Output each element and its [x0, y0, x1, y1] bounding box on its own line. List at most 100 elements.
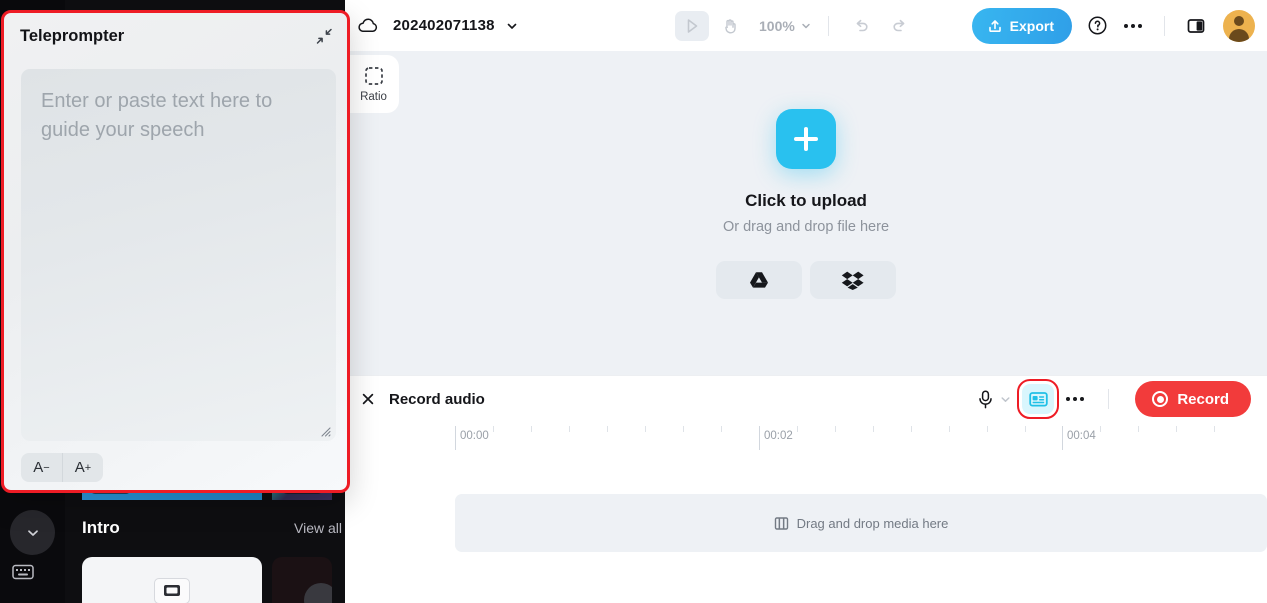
ruler-tick	[493, 426, 494, 432]
chevron-down-icon	[1001, 396, 1010, 402]
record-more-button[interactable]	[1058, 397, 1092, 401]
library-section-title: Intro	[82, 518, 120, 537]
decrease-font-label: A	[33, 459, 44, 476]
dropbox-icon	[841, 271, 864, 290]
dot	[1073, 397, 1078, 401]
zoom-level-control[interactable]: 100%	[759, 18, 812, 34]
media-placeholder-icon	[154, 578, 190, 603]
ruler-tick	[1176, 426, 1177, 432]
export-button[interactable]: Export	[971, 7, 1072, 44]
microphone-icon	[979, 389, 993, 408]
export-label: Export	[1009, 17, 1054, 34]
record-audio-bar: Record audio Record	[345, 375, 1267, 422]
hand-tool-button[interactable]	[713, 11, 747, 41]
close-icon	[362, 393, 374, 405]
timeline-ruler[interactable]: 00:00 00:02 00:04	[345, 422, 1267, 454]
cloud-import-buttons	[716, 261, 896, 299]
dropbox-button[interactable]	[810, 261, 896, 299]
document-title[interactable]: 202402071138	[393, 17, 495, 34]
teleprompter-placeholder: Enter or paste text here to guide your s…	[41, 90, 273, 141]
ruler-tick	[721, 426, 722, 432]
select-tool-button[interactable]	[675, 10, 709, 41]
record-bar-controls: Record	[976, 379, 1251, 419]
ruler-tick	[1100, 426, 1101, 432]
ruler-tick	[607, 426, 608, 432]
cloud-icon[interactable]	[357, 17, 379, 35]
chevron-down-icon[interactable]	[505, 19, 519, 33]
redo-icon	[893, 19, 905, 32]
upload-plus-button[interactable]	[776, 109, 836, 169]
avatar[interactable]	[1223, 9, 1255, 42]
teleprompter-header: Teleprompter	[4, 13, 347, 59]
rail-collapse-button[interactable]	[10, 510, 55, 555]
ruler-tick	[1214, 426, 1215, 432]
dot	[1066, 397, 1071, 401]
timeline-track-dropzone[interactable]: Drag and drop media here	[455, 494, 1267, 552]
ruler-tick	[987, 426, 988, 432]
topbar-more-button[interactable]	[1116, 23, 1150, 28]
teleprompter-collapse-button[interactable]	[313, 25, 335, 47]
undo-button[interactable]	[845, 11, 879, 41]
hand-icon	[725, 18, 736, 33]
google-drive-button[interactable]	[716, 261, 802, 299]
record-button[interactable]: Record	[1135, 381, 1251, 417]
ruler-label: 00:02	[764, 430, 793, 442]
close-record-bar-button[interactable]	[357, 391, 379, 407]
library-section-header: Intro View all	[82, 518, 342, 538]
ruler-tick	[949, 426, 950, 432]
dropzone-title: Click to upload	[745, 191, 867, 210]
dot	[1131, 23, 1135, 28]
track-hint-label: Drag and drop media here	[796, 515, 949, 531]
ruler-tick	[911, 426, 912, 432]
toolbar-divider	[827, 15, 829, 36]
decrease-font-sup: −	[43, 461, 50, 474]
record-circle-icon	[1152, 391, 1169, 407]
top-toolbar-right: Export	[971, 0, 1255, 51]
resize-grip-icon[interactable]	[319, 425, 331, 437]
help-button[interactable]	[1080, 9, 1114, 43]
app-root: 00:08 00:07 Intro View all	[0, 0, 1267, 603]
increase-font-button[interactable]: A +	[62, 453, 103, 482]
panel-layout-button[interactable]	[1179, 9, 1213, 43]
teleprompter-toggle-button[interactable]	[1017, 379, 1060, 419]
upload-dropzone[interactable]: Click to upload Or drag and drop file he…	[345, 51, 1267, 375]
keyboard-icon	[12, 564, 34, 580]
ruler-tick	[835, 426, 836, 432]
library-card[interactable]	[82, 557, 262, 603]
toolbar-divider	[1164, 15, 1165, 36]
timeline: 00:00 00:02 00:04 Drag and drop media he…	[345, 422, 1267, 603]
redo-button[interactable]	[883, 11, 917, 41]
ruler-tick	[531, 426, 532, 432]
teleprompter-icon	[1029, 391, 1048, 407]
ruler-tick	[797, 426, 798, 432]
record-audio-title: Record audio	[389, 390, 485, 408]
ruler-tick	[645, 426, 646, 432]
ruler-tick	[569, 426, 570, 432]
google-drive-icon	[750, 272, 768, 288]
card-blob	[304, 583, 332, 603]
question-circle-icon	[1088, 16, 1106, 35]
avatar-head	[1234, 15, 1244, 26]
teleprompter-title: Teleprompter	[20, 26, 125, 45]
chevron-down-icon	[802, 23, 810, 28]
chevron-down-icon	[27, 529, 38, 536]
library-card-row	[82, 557, 345, 603]
microphone-selector[interactable]	[976, 389, 1012, 410]
film-strip-icon	[774, 516, 788, 530]
ruler-label: 00:04	[1067, 430, 1096, 442]
rail-keyboard-button[interactable]	[8, 560, 38, 584]
teleprompter-text-input[interactable]: Enter or paste text here to guide your s…	[21, 69, 336, 441]
cursor-arrow-icon	[687, 18, 698, 33]
library-view-all-link[interactable]: View all	[294, 520, 342, 536]
ruler-tick	[1138, 426, 1139, 432]
dot	[1124, 23, 1128, 28]
decrease-font-button[interactable]: A −	[21, 453, 62, 482]
dropzone-subtitle: Or drag and drop file here	[722, 219, 890, 235]
upload-icon	[988, 19, 1001, 32]
ruler-tick	[1025, 426, 1026, 432]
dot	[1138, 23, 1142, 28]
canvas-area: 202402071138 100% Export Ratio Click to …	[345, 0, 1267, 375]
ruler-tick	[873, 426, 874, 432]
canvas-tool-group: 100%	[675, 0, 917, 51]
library-card[interactable]	[272, 557, 332, 603]
